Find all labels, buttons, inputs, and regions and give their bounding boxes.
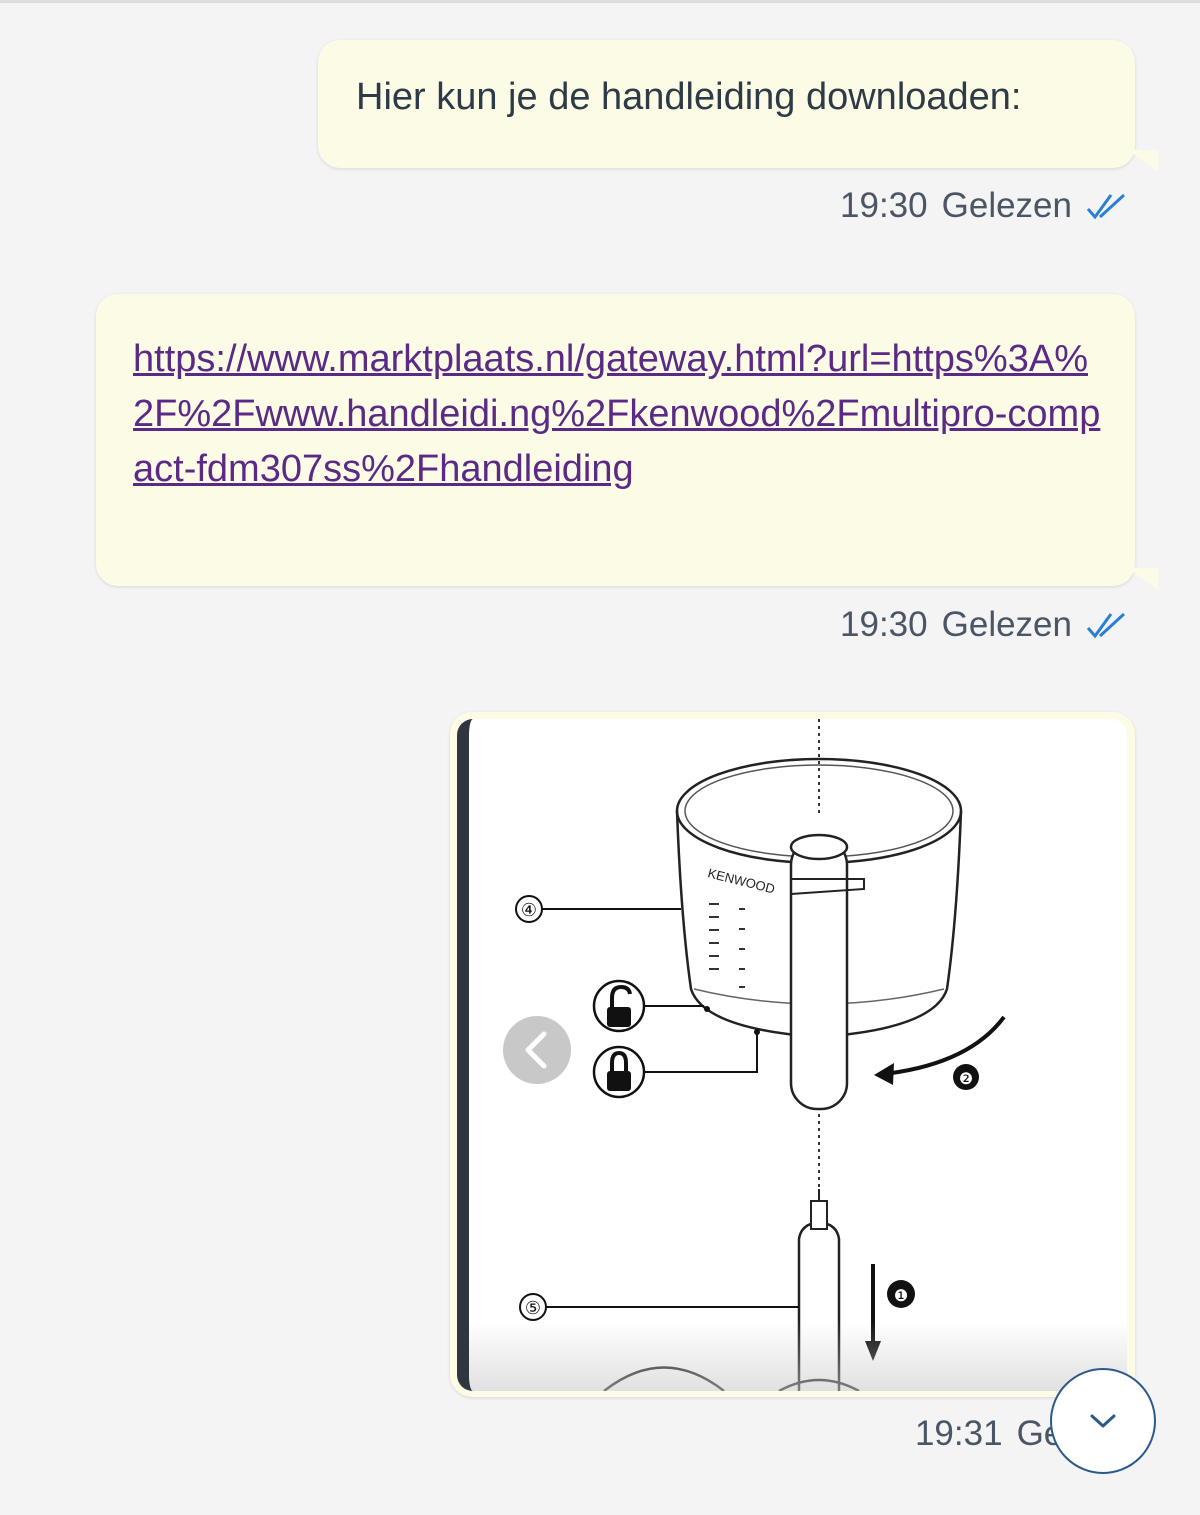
message-time: 19:30	[840, 186, 928, 225]
message-time: 19:31	[914, 1414, 1003, 1453]
prev-image-button[interactable]	[503, 1016, 571, 1084]
image-fade	[469, 1321, 1127, 1391]
step-2-label: ❷	[959, 1069, 973, 1088]
message-meta: 19:30 Gelezen	[840, 605, 1128, 645]
bubble-tail	[1128, 150, 1158, 172]
step-1-label: ❶	[894, 1286, 908, 1305]
brand-label: KENWOOD	[706, 865, 776, 896]
message-time: 19:30	[840, 605, 928, 644]
double-check-icon	[1086, 612, 1126, 639]
message-text: Hier kun je de handleiding downloaden:	[356, 76, 1022, 118]
double-check-icon	[1086, 193, 1126, 220]
chevron-left-icon	[525, 1031, 547, 1069]
chevron-down-icon	[1090, 1414, 1116, 1428]
message-link[interactable]: https://www.marktplaats.nl/gateway.html?…	[133, 332, 1103, 497]
message-status: Gelezen	[941, 186, 1072, 225]
part-4-label: ④	[521, 900, 537, 921]
message-status: Gelezen	[941, 605, 1072, 644]
top-divider	[0, 0, 1200, 3]
scroll-to-bottom-button[interactable]	[1050, 1368, 1156, 1474]
message-bubble-text[interactable]: Hier kun je de handleiding downloaden:	[318, 40, 1135, 168]
message-bubble-link: https://www.marktplaats.nl/gateway.html?…	[96, 294, 1135, 586]
message-meta: 19:30 Gelezen	[840, 186, 1128, 226]
bubble-tail	[1128, 568, 1158, 590]
part-5-label: ⑤	[525, 1298, 541, 1319]
